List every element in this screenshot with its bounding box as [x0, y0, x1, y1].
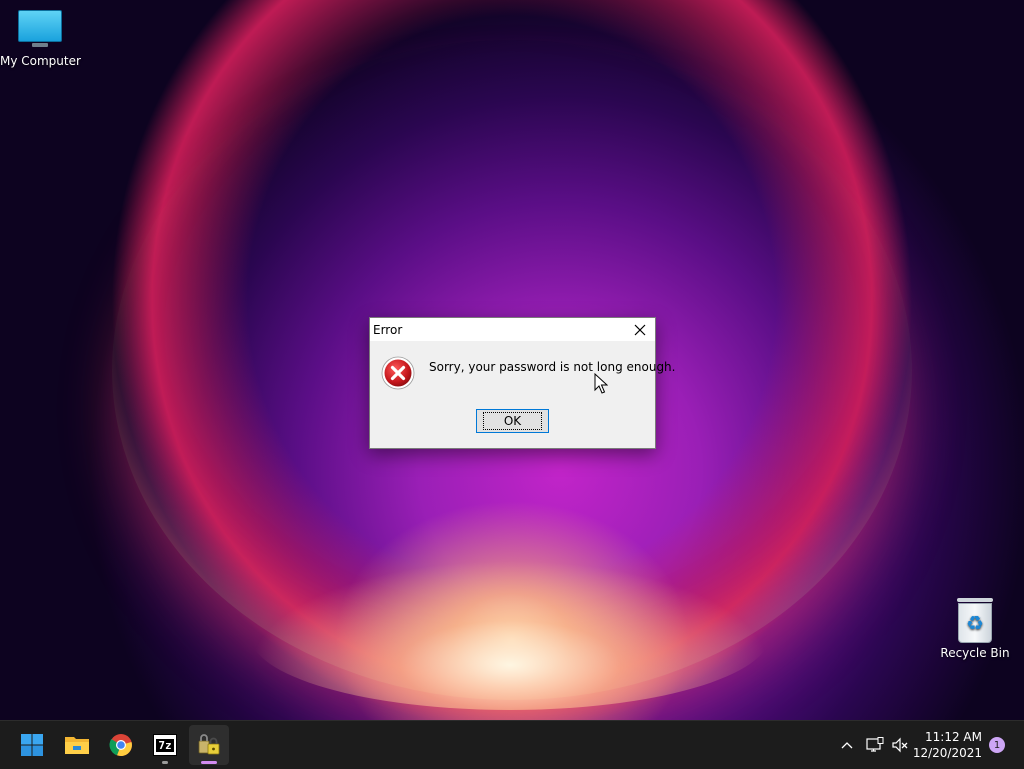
windows-start-icon [21, 734, 43, 756]
tray-overflow-button[interactable] [838, 721, 856, 769]
error-icon [381, 356, 415, 390]
tray-volume-button[interactable] [889, 721, 911, 769]
network-icon [866, 737, 884, 752]
chrome-icon [109, 734, 132, 757]
recycle-bin-icon: ♻ [956, 598, 994, 643]
lock-app-icon [198, 734, 220, 755]
chevron-up-icon [841, 742, 853, 749]
dialog-message-row: Sorry, your password is not long enough. [381, 356, 675, 390]
taskbar-clock[interactable]: 11:12 AM 12/20/2021 [913, 729, 982, 761]
dialog-message: Sorry, your password is not long enough. [429, 360, 676, 374]
mouse-cursor-icon [594, 373, 608, 394]
taskbar: 7z 11:12 AM 12/20/2021 1 [0, 720, 1024, 769]
clock-date: 12/20/2021 [912, 746, 982, 760]
desktop-icon-recycle-bin[interactable]: ♻ Recycle Bin [935, 598, 1015, 660]
close-button[interactable] [625, 318, 655, 341]
folder-icon [65, 737, 89, 754]
tray-network-button[interactable] [864, 721, 886, 769]
taskbar-password-app[interactable] [189, 725, 229, 765]
taskbar-start-button[interactable] [12, 725, 52, 765]
active-indicator [201, 761, 217, 764]
close-icon [634, 324, 646, 335]
notification-badge[interactable]: 1 [989, 737, 1005, 753]
desktop-icon-label: Recycle Bin [940, 646, 1010, 660]
wallpaper-glow-bottom [250, 560, 770, 710]
7zip-icon: 7z [153, 734, 177, 756]
error-dialog: Error Sorry, your password is not long e… [369, 317, 675, 449]
taskbar-7zip[interactable]: 7z [145, 725, 185, 765]
dialog-titlebar[interactable]: Error [370, 318, 655, 341]
volume-muted-icon [892, 737, 908, 753]
taskbar-chrome[interactable] [101, 725, 141, 765]
ok-button-label: OK [483, 412, 542, 430]
taskbar-file-explorer[interactable] [57, 725, 97, 765]
dialog-title: Error [373, 322, 403, 337]
desktop-icon-label: My Computer [0, 54, 81, 68]
7zip-label: 7z [156, 738, 174, 752]
computer-icon [18, 10, 62, 50]
clock-time: 11:12 AM [925, 730, 982, 744]
desktop-icon-my-computer[interactable]: My Computer [0, 10, 81, 68]
running-indicator [162, 761, 168, 764]
ok-button[interactable]: OK [476, 409, 549, 433]
